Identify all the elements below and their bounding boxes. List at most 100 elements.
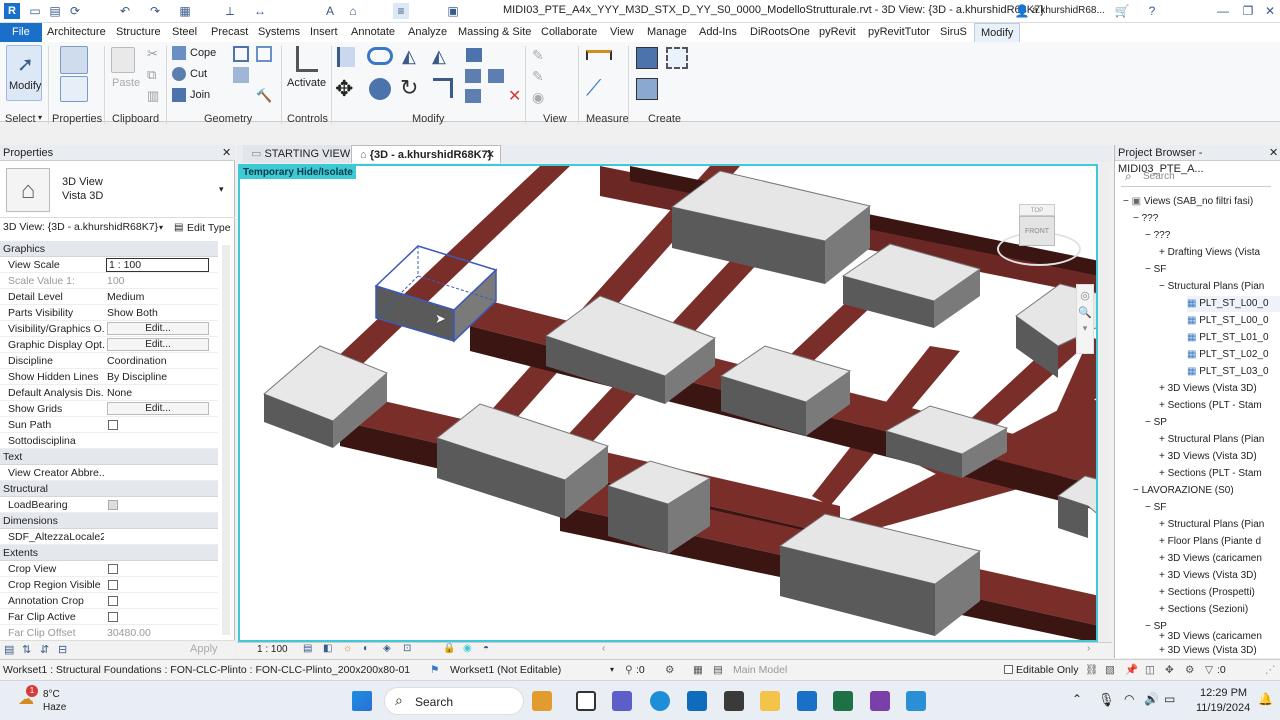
tab-structure[interactable]: Structure <box>116 23 161 42</box>
tree-plan-item[interactable]: ▦ PLT_ST_L00_0 <box>1187 313 1280 329</box>
select-pinned-icon[interactable]: 📌 <box>1125 660 1138 680</box>
view-tab-starting-view[interactable]: ▭ STARTING VIEW <box>243 145 350 163</box>
revit-taskbar-icon[interactable] <box>797 691 817 711</box>
vg-edit-button[interactable]: Edit... <box>107 322 209 335</box>
align-icon[interactable] <box>337 47 355 67</box>
main-model-dropdown[interactable]: Main Model <box>733 660 787 680</box>
workset-dropdown[interactable]: Workset1 (Not Editable) <box>450 660 561 680</box>
print-icon[interactable]: ▦ <box>177 3 193 19</box>
outlook-icon[interactable] <box>687 691 707 711</box>
3d-viewport[interactable]: Temporary Hide/Isolate TOP FRONT ◎ 🔍 ▾ ➤ <box>238 164 1098 642</box>
prop-parts-visibility[interactable]: Parts Visibility Show Both <box>0 305 218 321</box>
props-tool-icon-3[interactable]: ⇵ <box>40 643 49 656</box>
props-tool-icon-1[interactable]: ▤ <box>4 643 14 656</box>
user-icon[interactable]: 👤 <box>1014 3 1030 19</box>
weather-desc[interactable]: Haze <box>43 702 66 713</box>
maximize-icon[interactable]: ❐ <box>1240 3 1256 19</box>
structural-foundation-model[interactable] <box>240 166 1098 642</box>
editing-requests-icon[interactable]: ⚲ <box>625 660 633 680</box>
drag-elements-icon[interactable]: ✥ <box>1165 660 1174 680</box>
wall-joins-icon[interactable] <box>233 46 249 62</box>
demolish-icon[interactable]: 🔨 <box>256 88 272 104</box>
navigation-bar[interactable]: ◎ 🔍 ▾ <box>1076 284 1094 354</box>
tab-pyrevittutor[interactable]: pyRevitTutor <box>868 23 930 42</box>
cart-icon[interactable]: 🛒 <box>1114 3 1130 19</box>
tree-item[interactable]: − LAVORAZIONE (S0) <box>1133 483 1280 499</box>
tree-views-root[interactable]: − ▣ Views (SAB_no filtri fasi) <box>1123 194 1275 210</box>
mirror-draw-icon[interactable]: ◭ <box>432 46 446 67</box>
view-scale-input[interactable]: 1 : 100 <box>106 258 209 272</box>
sticky-notes-icon[interactable] <box>724 691 744 711</box>
tree-item[interactable]: + Structural Plans (Pian <box>1159 517 1280 533</box>
zoom-icon[interactable]: 🔍 <box>1077 306 1093 319</box>
minimize-icon[interactable]: — <box>1215 3 1231 19</box>
pile-cap[interactable] <box>670 170 872 284</box>
home-icon[interactable]: ⌂ <box>345 3 361 19</box>
mirror-pick-icon[interactable]: ◭ <box>402 46 416 67</box>
tree-item[interactable]: − SF <box>1145 500 1280 516</box>
edit-type-button[interactable]: Edit Type <box>187 222 231 234</box>
paste-label[interactable]: Paste <box>112 77 140 89</box>
copy-icon[interactable]: ⧉ <box>147 67 156 83</box>
scale-icon[interactable] <box>488 69 504 83</box>
measure-line-icon[interactable]: ⟋ <box>586 75 601 101</box>
split-face-icon[interactable] <box>256 46 272 62</box>
user-name[interactable]: a.khurshidR68... <box>1032 5 1105 16</box>
select-dropdown[interactable]: Select <box>5 113 36 125</box>
tree-item[interactable]: − Structural Plans (Pian <box>1159 279 1280 295</box>
gdo-edit-button[interactable]: Edit... <box>107 338 209 351</box>
section-structural[interactable]: Structural <box>0 481 218 497</box>
close-icon[interactable]: ✕ <box>1262 3 1278 19</box>
app-icon[interactable] <box>906 691 926 711</box>
edge-icon[interactable] <box>650 691 670 711</box>
section-extents[interactable]: Extents <box>0 545 218 561</box>
delete-icon[interactable]: ✕ <box>508 86 521 106</box>
tree-item[interactable]: + Sections (PLT - Stam <box>1159 398 1280 414</box>
apply-button[interactable]: Apply <box>190 643 218 655</box>
crop-icon[interactable]: ⊡ <box>403 643 411 654</box>
tab-precast[interactable]: Precast <box>211 23 248 42</box>
viewport-scrollbar[interactable] <box>1100 164 1110 642</box>
paint-icon[interactable] <box>233 67 249 83</box>
prop-altezza-locale[interactable]: SDF_AltezzaLocale2 <box>0 529 218 545</box>
tab-systems[interactable]: Systems <box>258 23 300 42</box>
tree-item[interactable]: + Sections (Sezioni) <box>1159 602 1280 618</box>
properties-close-icon[interactable]: ✕ <box>222 146 231 159</box>
cut-geometry-icon[interactable] <box>172 67 186 81</box>
sun-path-icon[interactable]: ☼ <box>343 643 352 654</box>
tree-item[interactable]: + Structural Plans (Pian <box>1159 432 1280 448</box>
instance-selector[interactable]: 3D View: {3D - a.khurshidR68K7} <box>3 221 158 233</box>
undo-icon[interactable]: ↶ <box>117 3 133 19</box>
view-scale-label[interactable]: 1 : 100 <box>257 644 288 655</box>
visual-style-icon[interactable]: ◧ <box>323 643 332 654</box>
help-icon[interactable]: ? <box>1144 3 1160 19</box>
detail-level-icon[interactable]: ▤ <box>303 643 312 654</box>
view-misc-icon[interactable]: ◉ <box>532 89 544 106</box>
select-links-icon[interactable]: ⛓ <box>1085 660 1098 680</box>
prop-view-creator[interactable]: View Creator Abbre... <box>0 465 218 481</box>
tree-item[interactable]: + Drafting Views (Vista <box>1159 245 1280 261</box>
measure-icon[interactable]: ⟂ <box>222 3 238 19</box>
onenote-icon[interactable] <box>870 691 890 711</box>
grids-edit-button[interactable]: Edit... <box>107 402 209 415</box>
select-underlay-icon[interactable]: ▧ <box>1105 660 1115 680</box>
wifi-icon[interactable]: ◠ <box>1124 692 1134 706</box>
tab-manage[interactable]: Manage <box>647 23 687 42</box>
open-icon[interactable]: ▭ <box>27 3 43 19</box>
tab-collaborate[interactable]: Collaborate <box>541 23 597 42</box>
override-icon[interactable]: ✎ <box>532 68 544 85</box>
tab-architecture[interactable]: Architecture <box>47 23 106 42</box>
tree-plan-item[interactable]: ▦ PLT_ST_L02_0 <box>1187 347 1280 363</box>
array-icon[interactable] <box>465 69 481 83</box>
browser-search-input[interactable]: ⌕ Search <box>1121 167 1271 187</box>
file-explorer-icon[interactable] <box>760 691 780 711</box>
browser-close-icon[interactable]: ✕ <box>1269 146 1278 159</box>
scroll-right-icon[interactable]: › <box>1087 643 1090 654</box>
tree-item[interactable]: + Floor Plans (Piante d <box>1159 534 1280 550</box>
thin-lines-icon[interactable]: ≡ <box>393 3 409 19</box>
prop-hidden-lines[interactable]: Show Hidden Lines By Discipline <box>0 369 218 385</box>
view-cube[interactable]: TOP FRONT <box>995 196 1085 270</box>
offset-icon[interactable] <box>367 47 393 65</box>
tree-item[interactable]: + 3D Views (Vista 3D) <box>1159 644 1280 658</box>
tab-massing-site[interactable]: Massing & Site <box>458 23 531 42</box>
